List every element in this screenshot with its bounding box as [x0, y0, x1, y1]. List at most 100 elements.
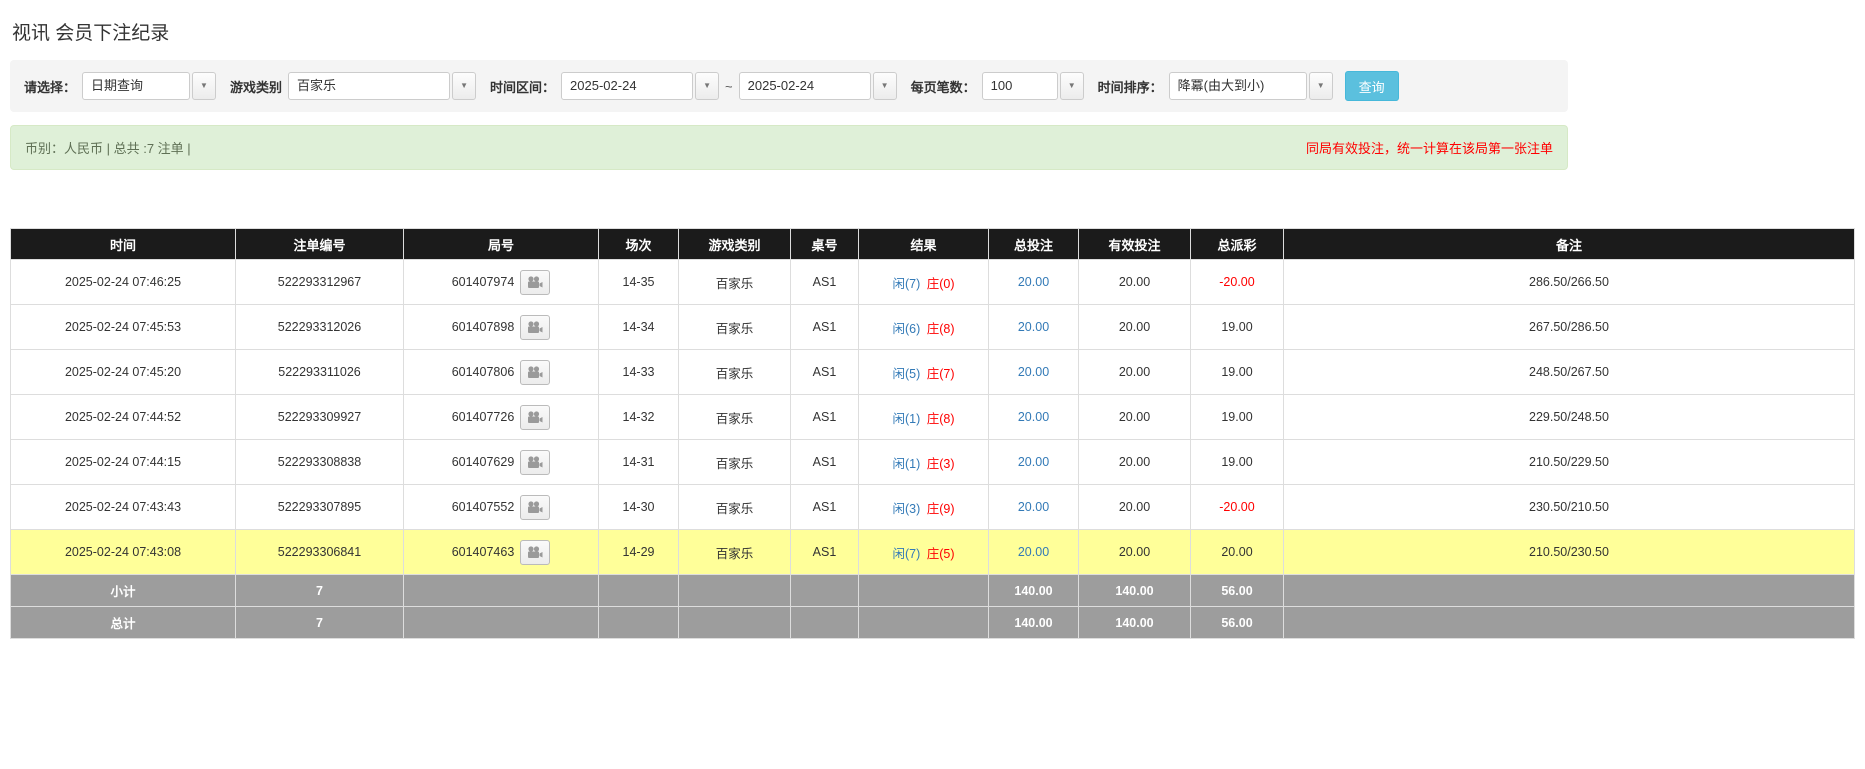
- cell-payout: -20.00: [1191, 485, 1284, 530]
- cell-time: 2025-02-24 07:44:15: [11, 440, 236, 485]
- date-to-dropdown-button[interactable]: ▼: [873, 72, 897, 100]
- round-number: 601407898: [452, 320, 515, 334]
- date-to-picker: 2025-02-24 ▼: [739, 72, 897, 100]
- cell-bet-id: 522293307895: [236, 485, 404, 530]
- total-bet-link[interactable]: 20.00: [1018, 455, 1049, 469]
- video-replay-button[interactable]: [520, 450, 550, 475]
- video-camera-icon: [527, 321, 543, 334]
- chevron-down-icon: ▼: [1317, 82, 1325, 90]
- player-result: 闲(3): [892, 502, 920, 516]
- total-bet-link[interactable]: 20.00: [1018, 320, 1049, 334]
- total-bet-link[interactable]: 20.00: [1018, 410, 1049, 424]
- cell-valid-bet: 20.00: [1079, 485, 1191, 530]
- round-number: 601407552: [452, 500, 515, 514]
- page: 视讯 会员下注纪录 请选择： 日期查询 ▼ 游戏类别 百家乐 ▼ 时间区间： 2…: [0, 0, 1865, 639]
- total-bet-link[interactable]: 20.00: [1018, 365, 1049, 379]
- round-number: 601407974: [452, 275, 515, 289]
- video-replay-button[interactable]: [520, 315, 550, 340]
- cell-payout: 19.00: [1191, 350, 1284, 395]
- cell-total-bet: 20.00: [989, 350, 1079, 395]
- summary-bar: 币别：人民币 | 总共 :7 注单 | 同局有效投注，统一计算在该局第一张注单: [10, 125, 1568, 170]
- cell-round-no: 601407974: [404, 260, 599, 305]
- game-type-input[interactable]: 百家乐: [288, 72, 450, 100]
- page-size-select: 100 ▼: [982, 72, 1084, 100]
- video-replay-button[interactable]: [520, 405, 550, 430]
- query-type-input[interactable]: 日期查询: [82, 72, 190, 100]
- cell-game-type: 百家乐: [679, 305, 791, 350]
- video-camera-icon: [527, 456, 543, 469]
- cell-note: 248.50/267.50: [1284, 350, 1855, 395]
- banker-result: 庄(5): [927, 547, 955, 561]
- table-row: 2025-02-24 07:46:25 522293312967 6014079…: [11, 260, 1855, 305]
- cell-bet-id: 522293306841: [236, 530, 404, 575]
- cell-session: 14-32: [599, 395, 679, 440]
- bet-records-table: 时间注单编号局号场次游戏类别桌号结果总投注有效投注总派彩备注 2025-02-2…: [10, 228, 1855, 639]
- table-row: 2025-02-24 07:45:20 522293311026 6014078…: [11, 350, 1855, 395]
- banker-result: 庄(8): [927, 322, 955, 336]
- summary-empty-cell: [599, 575, 679, 607]
- summary-count-cell: 7: [236, 607, 404, 639]
- cell-valid-bet: 20.00: [1079, 395, 1191, 440]
- date-to-input[interactable]: 2025-02-24: [739, 72, 871, 100]
- cell-result: 闲(1) 庄(3): [859, 440, 989, 485]
- date-from-input[interactable]: 2025-02-24: [561, 72, 693, 100]
- chevron-down-icon: ▼: [1068, 82, 1076, 90]
- cell-payout: -20.00: [1191, 260, 1284, 305]
- video-replay-button[interactable]: [520, 270, 550, 295]
- query-type-label: 请选择：: [24, 77, 76, 96]
- sort-order-select: 降冪(由大到小) ▼: [1169, 72, 1333, 100]
- video-replay-button[interactable]: [520, 495, 550, 520]
- banker-result: 庄(9): [927, 502, 955, 516]
- banker-result: 庄(8): [927, 412, 955, 426]
- search-button[interactable]: 查询: [1345, 71, 1399, 101]
- query-type-dropdown-button[interactable]: ▼: [192, 72, 216, 100]
- column-header-1: 注单编号: [236, 229, 404, 260]
- summary-row: 小计 7 140.00 140.00 56.00: [11, 575, 1855, 607]
- page-size-dropdown-button[interactable]: ▼: [1060, 72, 1084, 100]
- summary-empty-cell: [679, 607, 791, 639]
- cell-bet-id: 522293312026: [236, 305, 404, 350]
- game-type-dropdown-button[interactable]: ▼: [452, 72, 476, 100]
- column-header-3: 场次: [599, 229, 679, 260]
- column-header-5: 桌号: [791, 229, 859, 260]
- video-replay-button[interactable]: [520, 540, 550, 565]
- cell-session: 14-30: [599, 485, 679, 530]
- column-header-9: 总派彩: [1191, 229, 1284, 260]
- summary-empty-cell: [1284, 575, 1855, 607]
- sort-order-label: 时间排序：: [1098, 77, 1163, 96]
- round-number: 601407726: [452, 410, 515, 424]
- total-bet-link[interactable]: 20.00: [1018, 275, 1049, 289]
- video-camera-icon: [527, 546, 543, 559]
- summary-count-cell: 7: [236, 575, 404, 607]
- cell-table-no: AS1: [791, 440, 859, 485]
- sort-order-input[interactable]: 降冪(由大到小): [1169, 72, 1307, 100]
- video-replay-button[interactable]: [520, 360, 550, 385]
- banker-result: 庄(7): [927, 367, 955, 381]
- cell-total-bet: 20.00: [989, 440, 1079, 485]
- cell-payout: 19.00: [1191, 395, 1284, 440]
- player-result: 闲(1): [892, 412, 920, 426]
- total-bet-link[interactable]: 20.00: [1018, 545, 1049, 559]
- summary-total-bet-cell: 140.00: [989, 575, 1079, 607]
- date-range-separator: ~: [725, 79, 733, 94]
- cell-note: 210.50/230.50: [1284, 530, 1855, 575]
- summary-empty-cell: [599, 607, 679, 639]
- date-from-dropdown-button[interactable]: ▼: [695, 72, 719, 100]
- currency-total-text: 币别：人民币 | 总共 :7 注单 |: [25, 138, 191, 157]
- cell-result: 闲(1) 庄(8): [859, 395, 989, 440]
- chevron-down-icon: ▼: [200, 82, 208, 90]
- banker-result: 庄(0): [927, 277, 955, 291]
- cell-result: 闲(7) 庄(0): [859, 260, 989, 305]
- summary-empty-cell: [791, 575, 859, 607]
- total-bet-link[interactable]: 20.00: [1018, 500, 1049, 514]
- cell-valid-bet: 20.00: [1079, 260, 1191, 305]
- video-camera-icon: [527, 411, 543, 424]
- cell-time: 2025-02-24 07:45:20: [11, 350, 236, 395]
- cell-valid-bet: 20.00: [1079, 440, 1191, 485]
- column-header-0: 时间: [11, 229, 236, 260]
- page-size-input[interactable]: 100: [982, 72, 1058, 100]
- cell-game-type: 百家乐: [679, 485, 791, 530]
- sort-order-dropdown-button[interactable]: ▼: [1309, 72, 1333, 100]
- summary-empty-cell: [791, 607, 859, 639]
- table-row: 2025-02-24 07:44:52 522293309927 6014077…: [11, 395, 1855, 440]
